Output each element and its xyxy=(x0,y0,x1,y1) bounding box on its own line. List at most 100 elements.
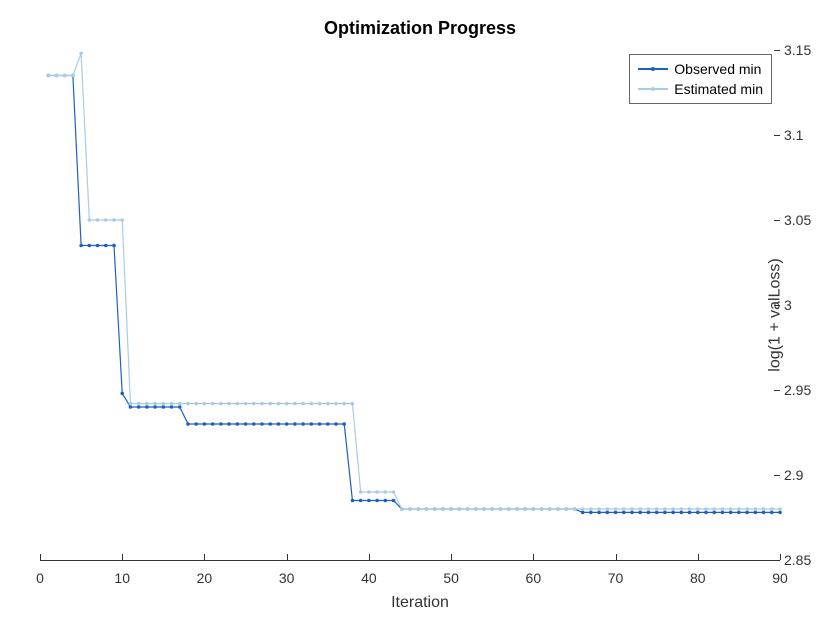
series-marker xyxy=(244,422,248,426)
series-marker xyxy=(770,507,774,511)
series-marker xyxy=(762,507,766,511)
series-marker xyxy=(712,507,716,511)
series-marker xyxy=(663,507,667,511)
x-tick-label: 30 xyxy=(279,570,295,586)
series-marker xyxy=(564,507,568,511)
series-marker xyxy=(655,507,659,511)
series-marker xyxy=(384,499,388,503)
legend-label: Observed min xyxy=(674,61,761,77)
x-tick-mark xyxy=(698,554,699,560)
series-marker xyxy=(55,74,59,78)
series-marker xyxy=(384,490,388,494)
y-tick-mark xyxy=(774,220,780,221)
plot-area: 01020304050607080902.852.92.9533.053.13.… xyxy=(40,50,780,561)
y-tick-label: 2.85 xyxy=(784,552,828,568)
series-marker xyxy=(458,507,462,511)
series-marker xyxy=(194,402,198,406)
series-marker xyxy=(137,402,141,406)
series-marker xyxy=(523,507,527,511)
series-marker xyxy=(647,507,651,511)
series-marker xyxy=(696,507,700,511)
series-marker xyxy=(589,507,593,511)
series-marker xyxy=(614,507,618,511)
series-marker xyxy=(96,244,100,248)
series-marker xyxy=(63,74,67,78)
x-tick-label: 50 xyxy=(443,570,459,586)
series-marker xyxy=(680,511,684,515)
series-marker xyxy=(647,511,651,515)
series-marker xyxy=(79,52,83,56)
series-marker xyxy=(729,507,733,511)
x-tick-label: 20 xyxy=(197,570,213,586)
series-marker xyxy=(556,507,560,511)
series-marker xyxy=(178,405,182,409)
series-marker xyxy=(334,402,338,406)
series-marker xyxy=(359,490,363,494)
x-tick-label: 70 xyxy=(608,570,624,586)
series-marker xyxy=(88,218,92,222)
x-tick-mark xyxy=(616,554,617,560)
y-tick-mark xyxy=(774,50,780,51)
series-marker xyxy=(153,405,157,409)
series-marker xyxy=(277,402,281,406)
series-marker xyxy=(129,402,133,406)
x-tick-mark xyxy=(40,554,41,560)
series-marker xyxy=(671,511,675,515)
series-marker xyxy=(162,405,166,409)
chart-svg xyxy=(40,50,780,560)
series-marker xyxy=(293,402,297,406)
series-line xyxy=(48,76,780,513)
x-tick-label: 60 xyxy=(526,570,542,586)
series-marker xyxy=(466,507,470,511)
series-marker xyxy=(301,402,305,406)
series-marker xyxy=(318,402,322,406)
series-marker xyxy=(285,402,289,406)
y-tick-label: 2.95 xyxy=(784,382,828,398)
series-marker xyxy=(79,244,83,248)
series-marker xyxy=(573,507,577,511)
x-tick-label: 0 xyxy=(36,570,44,586)
series-marker xyxy=(260,422,264,426)
series-marker xyxy=(285,422,289,426)
series-marker xyxy=(754,507,758,511)
series-marker xyxy=(162,402,166,406)
series-marker xyxy=(351,402,355,406)
series-marker xyxy=(532,507,536,511)
series-marker xyxy=(515,507,519,511)
series-marker xyxy=(96,218,100,222)
series-marker xyxy=(754,511,758,515)
series-marker xyxy=(318,422,322,426)
series-marker xyxy=(581,511,585,515)
series-marker xyxy=(770,511,774,515)
series-marker xyxy=(729,511,733,515)
x-tick-mark xyxy=(780,554,781,560)
series-marker xyxy=(194,422,198,426)
y-tick-mark xyxy=(774,390,780,391)
legend-label: Estimated min xyxy=(674,81,763,97)
series-marker xyxy=(310,402,314,406)
series-marker xyxy=(392,499,396,503)
series-marker xyxy=(663,511,667,515)
series-line xyxy=(48,53,780,509)
series-marker xyxy=(638,507,642,511)
series-marker xyxy=(606,511,610,515)
series-marker xyxy=(375,490,379,494)
series-marker xyxy=(277,422,281,426)
series-marker xyxy=(778,511,782,515)
y-tick-mark xyxy=(774,560,780,561)
x-tick-mark xyxy=(204,554,205,560)
series-marker xyxy=(655,511,659,515)
series-marker xyxy=(227,422,231,426)
series-marker xyxy=(120,392,124,396)
legend-swatch xyxy=(638,82,668,96)
series-marker xyxy=(112,218,116,222)
series-marker xyxy=(211,402,215,406)
x-tick-mark xyxy=(369,554,370,560)
series-marker xyxy=(334,422,338,426)
series-marker xyxy=(252,402,256,406)
series-marker xyxy=(252,422,256,426)
series-marker xyxy=(745,507,749,511)
y-tick-label: 2.9 xyxy=(784,467,828,483)
series-marker xyxy=(721,507,725,511)
series-marker xyxy=(227,402,231,406)
